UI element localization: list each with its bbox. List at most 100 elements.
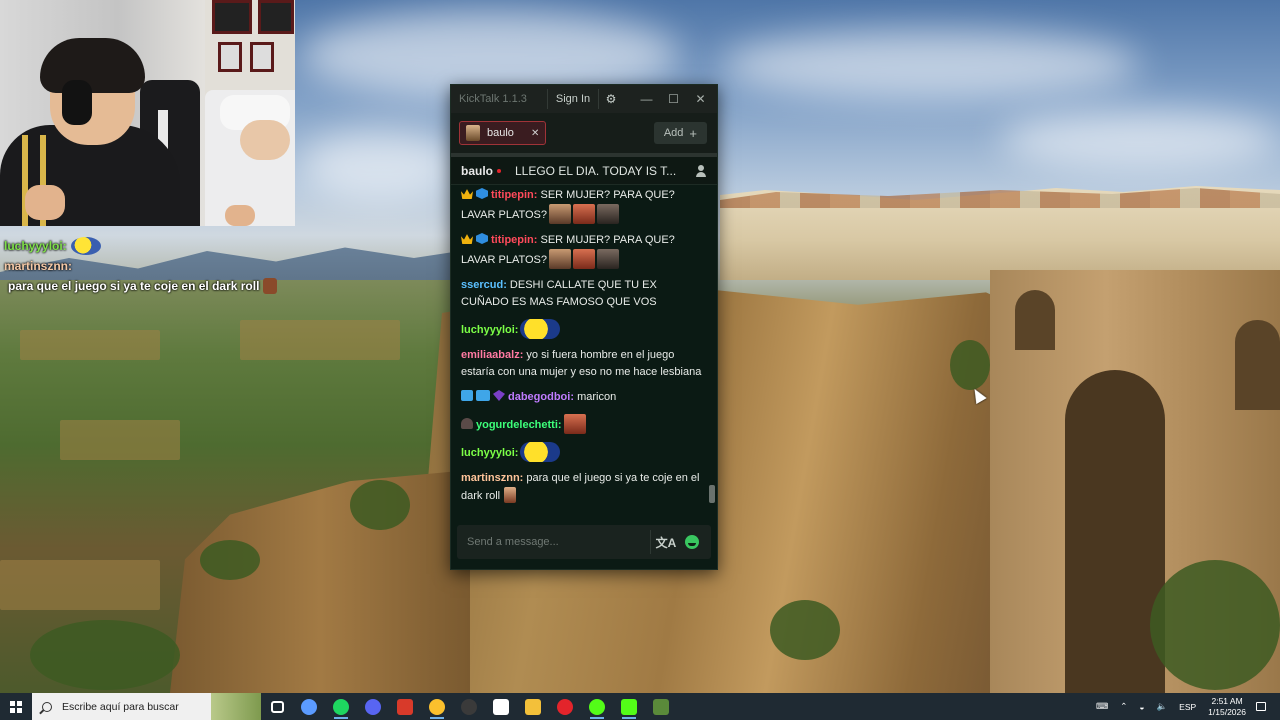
add-label: Add bbox=[663, 127, 684, 139]
settings-gear-icon[interactable]: ⚙ bbox=[599, 92, 623, 106]
webcam-headset bbox=[62, 80, 92, 125]
language-indicator[interactable]: ESP bbox=[1179, 702, 1196, 712]
spotify-icon[interactable] bbox=[325, 693, 357, 720]
chat-username[interactable]: yogurdelechetti: bbox=[476, 419, 562, 431]
copilot-icon[interactable] bbox=[293, 693, 325, 720]
search-highlight-image bbox=[211, 693, 261, 720]
face-emote-icon bbox=[549, 249, 572, 269]
chat-message: yogurdelechetti: bbox=[461, 414, 703, 434]
tab-label: baulo bbox=[487, 127, 514, 139]
opera-icon[interactable] bbox=[549, 693, 581, 720]
taskbar-apps bbox=[261, 693, 677, 720]
minimize-icon[interactable]: — bbox=[633, 92, 660, 106]
wallpaper-tree bbox=[950, 340, 990, 390]
num-badge-icon bbox=[476, 390, 490, 401]
tab-close-icon[interactable]: ✕ bbox=[531, 128, 539, 139]
wallpaper-field bbox=[240, 320, 400, 360]
red-emote-icon bbox=[573, 204, 596, 224]
chat-message: luchyyyloi: bbox=[461, 319, 703, 339]
close-icon[interactable]: ✕ bbox=[687, 92, 714, 106]
sign-in-button[interactable]: Sign In bbox=[548, 93, 598, 105]
kicktalk-titlebar[interactable]: KickTalk 1.1.3 Sign In ⚙ — ☐ ✕ bbox=[451, 85, 717, 113]
kick-app-icon[interactable] bbox=[581, 693, 613, 720]
chat-username[interactable]: emiliaabalz: bbox=[461, 349, 523, 361]
search-icon bbox=[42, 701, 52, 712]
chat-username[interactable]: titipepin: bbox=[491, 234, 537, 246]
translate-icon[interactable]: 文A bbox=[651, 534, 681, 551]
mini-emote-icon bbox=[504, 487, 517, 503]
chat-scrollbar[interactable] bbox=[709, 485, 715, 503]
obs-icon[interactable] bbox=[453, 693, 485, 720]
webcam-poster bbox=[218, 42, 242, 72]
stream-overlay-chat: luchyyyloi: martinsznn: para que el jueg… bbox=[4, 236, 299, 296]
taskbar-clock[interactable]: 2:51 AM 1/15/2026 bbox=[1208, 696, 1246, 718]
webcam-poster bbox=[212, 0, 252, 34]
wallpaper-tree bbox=[350, 480, 410, 530]
dark-emote-icon bbox=[597, 249, 620, 269]
chat-username[interactable]: dabegodboi: bbox=[508, 391, 574, 403]
notifications-icon[interactable] bbox=[1256, 702, 1266, 711]
wallpaper-field bbox=[0, 560, 160, 610]
maximize-icon[interactable]: ☐ bbox=[660, 92, 687, 106]
overlay-chat-line: martinsznn: para que el juego si ya te c… bbox=[4, 256, 299, 296]
message-input-bar: 文A bbox=[457, 525, 711, 559]
chat-message: titipepin: SER MUJER? PARA QUE? LAVAR PL… bbox=[461, 187, 703, 224]
streamdeck-icon[interactable] bbox=[485, 693, 517, 720]
chat-message: luchyyyloi: bbox=[461, 442, 703, 462]
search-placeholder: Escribe aquí para buscar bbox=[62, 700, 179, 713]
crown-badge-icon bbox=[461, 189, 473, 199]
chat-username[interactable]: ssercud: bbox=[461, 279, 507, 291]
windows-taskbar: Escribe aquí para buscar ⌨ ⌃ ◒ 🔈 ESP 2:5… bbox=[0, 693, 1280, 720]
message-input[interactable] bbox=[457, 525, 650, 559]
chat-message-text: maricon bbox=[577, 391, 617, 403]
system-tray: ⌨ ⌃ ◒ 🔈 ESP 2:51 AM 1/15/2026 bbox=[1090, 693, 1280, 720]
chrome-icon[interactable] bbox=[421, 693, 453, 720]
discord-icon[interactable] bbox=[357, 693, 389, 720]
taskbar-search-box[interactable]: Escribe aquí para buscar bbox=[32, 693, 261, 720]
clock-date: 1/15/2026 bbox=[1208, 706, 1246, 717]
file-explorer-icon[interactable] bbox=[517, 693, 549, 720]
webcam-streamer-hair bbox=[40, 38, 145, 93]
chatroom-tabs: baulo ✕ Add + bbox=[451, 113, 717, 157]
chat-username[interactable]: titipepin: bbox=[491, 189, 537, 201]
blob-emote-icon bbox=[520, 319, 561, 339]
overlay-chat-line: luchyyyloi: bbox=[4, 236, 299, 256]
volume-icon[interactable]: 🔈 bbox=[1157, 701, 1168, 712]
webcam-poster bbox=[250, 42, 274, 72]
user-icon[interactable] bbox=[695, 164, 707, 177]
start-button[interactable] bbox=[0, 693, 32, 720]
red-emote-icon bbox=[563, 414, 586, 434]
windows-logo-icon bbox=[10, 700, 22, 713]
kicktalk-window: KickTalk 1.1.3 Sign In ⚙ — ☐ ✕ baulo ✕ A… bbox=[450, 84, 718, 570]
red-emote-icon bbox=[573, 249, 596, 269]
webcam-overlay bbox=[0, 0, 295, 226]
chat-message: titipepin: SER MUJER? PARA QUE? LAVAR PL… bbox=[461, 232, 703, 269]
chat-username[interactable]: luchyyyloi: bbox=[461, 447, 518, 459]
kicktalk-icon[interactable] bbox=[613, 693, 645, 720]
wallpaper-cloud bbox=[1000, 110, 1280, 170]
webcam-hand bbox=[225, 205, 255, 226]
keyboard-icon[interactable]: ⌨ bbox=[1096, 701, 1108, 712]
add-chatroom-button[interactable]: Add + bbox=[653, 122, 707, 144]
tab-baulo[interactable]: baulo ✕ bbox=[459, 121, 547, 145]
chat-list: titipepin: SER MUJER? PARA QUE? LAVAR PL… bbox=[461, 187, 703, 505]
terminal-icon[interactable] bbox=[645, 693, 677, 720]
chat-username[interactable]: luchyyyloi: bbox=[461, 324, 518, 336]
ghost-badge-icon bbox=[461, 418, 473, 429]
chat-messages: titipepin: SER MUJER? PARA QUE? LAVAR PL… bbox=[451, 185, 717, 511]
cube-badge-icon bbox=[476, 188, 488, 199]
voicemeeter-icon[interactable] bbox=[389, 693, 421, 720]
face-emote-icon bbox=[263, 278, 278, 294]
task-view-icon[interactable] bbox=[261, 693, 293, 720]
chat-message: dabegodboi: maricon bbox=[461, 389, 703, 406]
network-icon[interactable]: ◒ bbox=[1139, 702, 1144, 712]
overlay-chat-username: luchyyyloi: bbox=[4, 239, 67, 253]
app-title: KickTalk 1.1.3 bbox=[459, 93, 527, 105]
chat-username[interactable]: martinsznn: bbox=[461, 472, 523, 484]
emote-picker-icon[interactable] bbox=[685, 535, 699, 549]
overlay-chat-message: para que el juego si ya te coje en el da… bbox=[8, 279, 260, 293]
crown-badge-icon bbox=[461, 234, 473, 244]
cube-badge-icon bbox=[476, 233, 488, 244]
blob-emote-icon bbox=[70, 237, 101, 255]
show-hidden-icons-icon[interactable]: ⌃ bbox=[1120, 701, 1127, 712]
